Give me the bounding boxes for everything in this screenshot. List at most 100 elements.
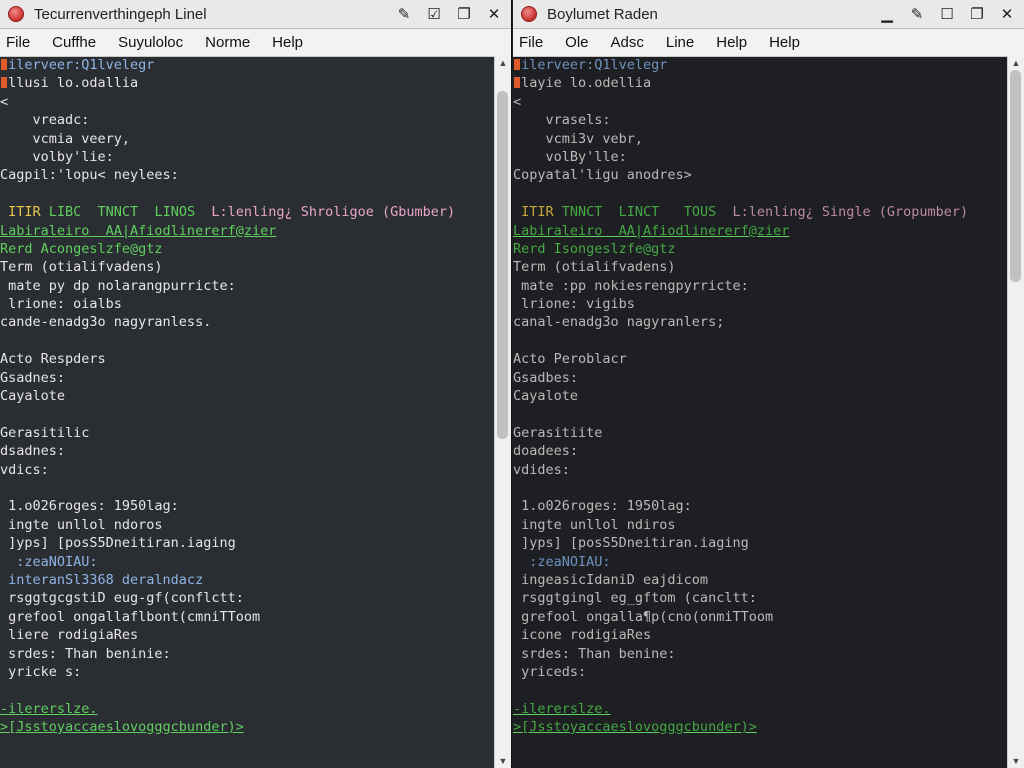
- terminal-line: 1.o026roges: 1950lag:: [0, 497, 495, 515]
- terminal-output[interactable]: ilerveer:Q1lvelegr llusi lo.odallia < vre…: [0, 56, 495, 768]
- terminal-line: mate :pp nokiesrengpyrricte:: [513, 277, 1008, 295]
- terminal-text: doadees:: [513, 443, 579, 460]
- line-marker-icon: [1, 59, 7, 70]
- terminal-line: ]yps] [posS5Dneitiran.iaging: [0, 534, 495, 552]
- terminal-text: Rerd Acongeslzfe@gtz: [0, 240, 163, 257]
- scroll-thumb[interactable]: [497, 90, 508, 440]
- x-icon[interactable]: ✕: [483, 4, 505, 24]
- terminal-line: liere rodigiaRes: [0, 626, 495, 644]
- terminal-text: icone rodigiaRes: [513, 627, 652, 644]
- terminal-segment: L:lenling¿ Single (Gropumber): [732, 204, 969, 221]
- menu-item-adsc[interactable]: Adsc: [605, 34, 654, 51]
- terminal-line: <: [0, 93, 495, 111]
- close-dot-icon[interactable]: [521, 6, 537, 22]
- terminal-line: lrione: oialbs: [0, 295, 495, 313]
- terminal-text: ilerveer:Q1lvelegr: [0, 57, 155, 73]
- terminal-text: Cagpil:'lopu< neylees:: [0, 167, 179, 184]
- terminal-line: vdides:: [513, 461, 1008, 479]
- terminal-text: Term (otialifvadens): [513, 259, 676, 276]
- terminal-line: -ilererslze.: [513, 700, 1008, 718]
- menu-item-help[interactable]: Help: [763, 34, 810, 51]
- title-bar[interactable]: Boylumet Raden ▁ ✎ ☐ ❐ ✕: [513, 0, 1024, 29]
- terminal-line: volBy'lle:: [513, 148, 1008, 166]
- restore-icon[interactable]: ❐: [453, 4, 475, 24]
- menu-bar: File Cuffhe Suyuloloc Norme Help: [0, 29, 511, 57]
- terminal-text: Rerd Isongeslzfe@gtz: [513, 240, 676, 257]
- terminal-line: Gerasitiite: [513, 424, 1008, 442]
- terminal-line: vrasels:: [513, 111, 1008, 129]
- minimize-icon[interactable]: ▁: [876, 4, 898, 24]
- terminal-line: ingte unllol ndoros: [0, 516, 495, 534]
- restore-icon[interactable]: ❐: [966, 4, 988, 24]
- terminal-window-left: Tecurrenverthingeph Linel ✎ ☑ ❐ ✕ File Cu…: [0, 0, 512, 768]
- terminal-text: <: [513, 93, 522, 110]
- maximize-icon[interactable]: ☐: [936, 4, 958, 24]
- pencil-icon[interactable]: ✎: [906, 4, 928, 24]
- terminal-text: volBy'lle:: [513, 148, 627, 165]
- terminal-line: yricke s:: [0, 663, 495, 681]
- terminal-text: Labiraleiro AA|Afiodlinererf@zier: [513, 222, 790, 239]
- menu-item-ole[interactable]: Ole: [559, 34, 598, 51]
- scrollbar[interactable]: ▲ ▼: [1007, 56, 1024, 768]
- terminal-line: doadees:: [513, 442, 1008, 460]
- terminal-line: >[Jsstoyaccaeslovogggcbunder)>: [0, 718, 495, 736]
- terminal-text: Acto Respders: [0, 351, 106, 368]
- close-dot-icon[interactable]: [8, 6, 24, 22]
- menu-item-help[interactable]: Help: [266, 34, 313, 51]
- menu-item-help[interactable]: Help: [710, 34, 757, 51]
- terminal-line: vcmi3v vebr,: [513, 130, 1008, 148]
- terminal-output[interactable]: ilerveer:Q1lvelegr layie lo.odellia < vra…: [513, 56, 1008, 768]
- terminal-line: Acto Peroblacr: [513, 350, 1008, 368]
- terminal-line: ]yps] [posS5Dneitiran.iaging: [513, 534, 1008, 552]
- window-controls: ▁ ✎ ☐ ❐ ✕: [876, 4, 1018, 24]
- terminal-line: Gerasitilic: [0, 424, 495, 442]
- scrollbar[interactable]: ▲ ▼: [494, 56, 511, 768]
- terminal-text: rsggtgingl eg_gftom (cancltt:: [513, 590, 757, 607]
- terminal-line: Copyatal'ligu anodres>: [513, 166, 1008, 184]
- terminal-line: Term (otialifvadens): [513, 258, 1008, 276]
- x-icon[interactable]: ✕: [996, 4, 1018, 24]
- scroll-thumb[interactable]: [1010, 70, 1021, 283]
- terminal-line: ingte unllol ndiros: [513, 516, 1008, 534]
- scroll-up-icon[interactable]: ▲: [495, 56, 511, 70]
- terminal-line: :zeaNOIAU:: [0, 553, 495, 571]
- terminal-text: lrione: vigibs: [513, 296, 635, 313]
- pencil-icon[interactable]: ✎: [393, 4, 415, 24]
- terminal-text: Cayalote: [0, 388, 66, 405]
- terminal-text: mate py dp nolarangpurricte:: [0, 277, 236, 294]
- scroll-up-icon[interactable]: ▲: [1008, 56, 1024, 70]
- terminal-text: ilerveer:Q1lvelegr: [513, 57, 668, 73]
- terminal-text: ingte unllol ndiros: [513, 516, 676, 533]
- terminal-line: ITIR TNNCT LINCT TOUS L:lenling¿ Single …: [513, 203, 1008, 221]
- menu-item-line[interactable]: Line: [660, 34, 704, 51]
- terminal-line: icone rodigiaRes: [513, 626, 1008, 644]
- terminal-text: :zeaNOIAU:: [513, 553, 611, 570]
- terminal-line: llusi lo.odallia: [0, 74, 495, 92]
- terminal-line: dsadnes:: [0, 442, 495, 460]
- terminal-text: vcmi3v vebr,: [513, 130, 644, 147]
- menu-bar: File Ole Adsc Line Help Help: [513, 29, 1024, 57]
- menu-item-cuffhe[interactable]: Cuffhe: [46, 34, 106, 51]
- title-bar[interactable]: Tecurrenverthingeph Linel ✎ ☑ ❐ ✕: [0, 0, 511, 29]
- terminal-window-right: Boylumet Raden ▁ ✎ ☐ ❐ ✕ File Ole Adsc Line…: [513, 0, 1024, 768]
- scroll-down-icon[interactable]: ▼: [495, 754, 511, 768]
- menu-item-norme[interactable]: Norme: [199, 34, 260, 51]
- terminal-line: mate py dp nolarangpurricte:: [0, 277, 495, 295]
- terminal-text: Copyatal'ligu anodres>: [513, 167, 692, 184]
- menu-item-suyuloloc[interactable]: Suyuloloc: [112, 34, 193, 51]
- menu-item-file[interactable]: File: [0, 34, 40, 51]
- scroll-down-icon[interactable]: ▼: [1008, 754, 1024, 768]
- terminal-line: -ilererslze.: [0, 700, 495, 718]
- terminal-text: dsadnes:: [0, 443, 66, 460]
- terminal-text: vrasels:: [513, 112, 611, 129]
- terminal-text: -ilererslze.: [0, 700, 98, 717]
- terminal-line: srdes: Than beninie:: [0, 645, 495, 663]
- checkbox-icon[interactable]: ☑: [423, 4, 445, 24]
- terminal-line: layie lo.odellia: [513, 74, 1008, 92]
- menu-item-file[interactable]: File: [513, 34, 553, 51]
- terminal-line: Labiraleiro AA|Afiodlinererf@zier: [0, 222, 495, 240]
